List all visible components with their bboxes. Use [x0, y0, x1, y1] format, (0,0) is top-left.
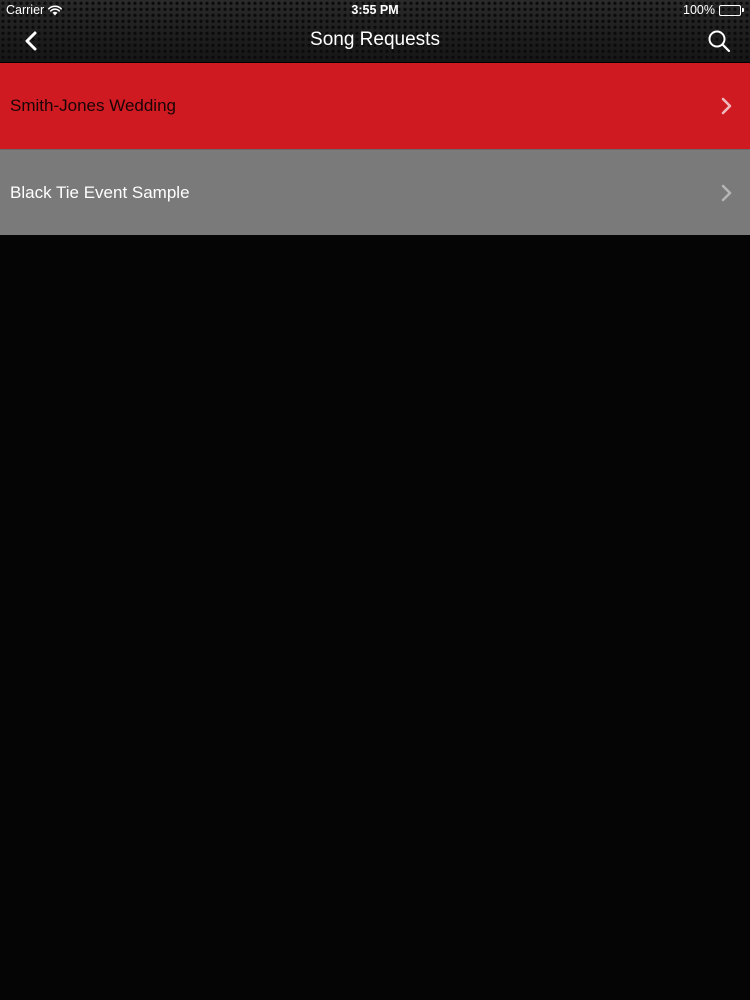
list-item-black-tie-event-sample[interactable]: Black Tie Event Sample	[0, 149, 750, 235]
app-screen: Carrier 3:55 PM 100% Song Requests Smith…	[0, 0, 750, 1000]
page-title: Song Requests	[310, 29, 440, 50]
search-icon	[708, 30, 731, 53]
search-button[interactable]	[702, 24, 736, 58]
status-time: 3:55 PM	[351, 3, 399, 17]
status-bar: Carrier 3:55 PM 100%	[0, 0, 750, 20]
status-battery: 100%	[683, 3, 744, 17]
header: Carrier 3:55 PM 100% Song Requests	[0, 0, 750, 63]
list-item-label: Smith-Jones Wedding	[10, 96, 176, 115]
list-item-smith-jones-wedding[interactable]: Smith-Jones Wedding	[0, 63, 750, 149]
battery-icon	[719, 4, 744, 16]
battery-percent: 100%	[683, 3, 715, 17]
nav-bar: Song Requests	[0, 20, 750, 63]
event-list: Smith-Jones Wedding Black Tie Event Samp…	[0, 63, 750, 235]
chevron-right-icon	[721, 97, 732, 115]
chevron-right-icon	[721, 184, 732, 202]
list-item-label: Black Tie Event Sample	[10, 182, 190, 202]
